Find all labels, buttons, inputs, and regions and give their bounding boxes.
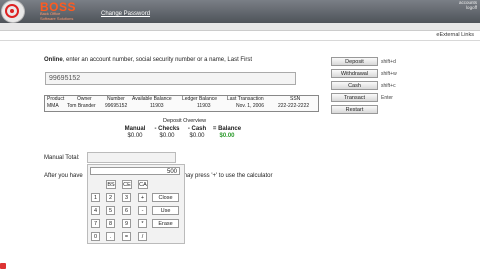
calc-key-5[interactable]: 5: [106, 206, 115, 215]
overview-checks: - Checks $0.00: [152, 126, 182, 139]
cell-available: 11903: [150, 103, 164, 109]
overview-balance: = Balance $0.00: [211, 126, 243, 139]
col-last-transaction: Last Transaction: [227, 96, 264, 102]
table-row[interactable]: MMA Tom Brander 99695152 11903 11903 Nov…: [45, 103, 318, 110]
calc-key-clear-all[interactable]: CA: [138, 180, 148, 189]
calculator-display[interactable]: 500: [90, 167, 180, 175]
overview-cash: - Cash $0.00: [184, 126, 210, 139]
transact-button[interactable]: Transact: [331, 93, 378, 102]
external-links[interactable]: eExternal Links: [436, 32, 474, 38]
cell-ledger: 11903: [197, 103, 211, 109]
status-icon: [0, 263, 6, 269]
restart-button[interactable]: Restart: [331, 105, 378, 114]
brand-subtitle: Back Office Software Solutions: [40, 11, 74, 21]
logoff-link[interactable]: logoff: [459, 5, 477, 10]
calculator-hint-right: may press '+' to use the calculator: [182, 173, 273, 179]
table-header: Product Owner Number Available Balance L…: [45, 96, 318, 103]
top-bar: BOSS Back Office Software Solutions Chan…: [0, 0, 480, 23]
calc-key-2[interactable]: 2: [106, 193, 115, 202]
col-ssn: SSN: [290, 96, 301, 102]
balance-value: $0.00: [219, 133, 235, 139]
cash-button[interactable]: Cash: [331, 81, 378, 90]
calc-key-6[interactable]: 6: [122, 206, 131, 215]
cell-product: MMA: [47, 103, 59, 109]
cell-ssn: 222-222-2222: [278, 103, 310, 109]
cell-last-transaction: Nov. 1, 2006: [236, 103, 264, 109]
calc-key-9[interactable]: 9: [122, 219, 131, 228]
calc-use-button[interactable]: Use: [152, 206, 179, 215]
col-number: Number: [107, 96, 125, 102]
deposit-shortcut: shift+d: [381, 59, 396, 65]
col-ledger: Ledger Balance: [182, 96, 218, 102]
cell-number: 99695152: [105, 103, 128, 109]
col-product: Product: [47, 96, 65, 102]
calc-key-backspace[interactable]: BS: [106, 180, 116, 189]
calc-key-1[interactable]: 1: [91, 193, 100, 202]
calculator-hint-left: After you have: [44, 173, 83, 179]
transact-shortcut: Enter: [381, 95, 393, 101]
balance-label: = Balance: [212, 126, 242, 132]
user-menu: accounts logoff: [459, 0, 477, 10]
divider: [0, 40, 480, 41]
cash-shortcut: shift+c: [381, 83, 396, 89]
manual-value: $0.00: [127, 133, 143, 139]
cell-owner: Tom Brander: [67, 103, 96, 109]
cash-value: $0.00: [189, 133, 205, 139]
deposit-overview-title: Deposit Overview: [163, 118, 207, 124]
withdrawal-button[interactable]: Withdrawal: [331, 69, 378, 78]
deposit-button[interactable]: Deposit: [331, 57, 378, 66]
calc-key-divide[interactable]: /: [138, 232, 147, 241]
calc-key-4[interactable]: 4: [91, 206, 100, 215]
sub-bar: [0, 23, 480, 31]
cash-label: - Cash: [187, 126, 207, 132]
account-table: Product Owner Number Available Balance L…: [44, 95, 319, 112]
calc-key-equals[interactable]: =: [122, 232, 131, 241]
checks-value: $0.00: [159, 133, 175, 139]
instruction-text: , enter an account number, social securi…: [62, 57, 253, 63]
calculator-popup: 500 BS CE CA 1 2 3 + Close 4 5 6 - Use 7…: [87, 164, 185, 244]
account-search-input[interactable]: 99695152: [45, 72, 296, 85]
calc-key-3[interactable]: 3: [122, 193, 131, 202]
search-instruction: Online, enter an account number, social …: [44, 57, 252, 63]
overview-manual: Manual $0.00: [122, 126, 148, 139]
calc-key-decimal[interactable]: .: [106, 232, 115, 241]
brand-sub-line-2: Software Solutions: [40, 15, 74, 21]
manual-label: Manual: [124, 126, 146, 132]
calc-erase-button[interactable]: Erase: [152, 219, 179, 228]
boss-logo-icon: [1, 0, 25, 23]
checks-label: - Checks: [154, 126, 180, 132]
instruction-bold: Online: [44, 57, 63, 63]
calc-key-multiply[interactable]: *: [138, 219, 147, 228]
withdrawal-shortcut: shift+w: [381, 71, 397, 77]
col-owner: Owner: [77, 96, 92, 102]
calc-key-7[interactable]: 7: [91, 219, 100, 228]
manual-total-label: Manual Total:: [44, 155, 80, 161]
calc-close-button[interactable]: Close: [152, 193, 179, 202]
col-available: Available Balance: [132, 96, 172, 102]
calc-key-plus[interactable]: +: [138, 193, 147, 202]
calc-key-0[interactable]: 0: [91, 232, 100, 241]
calc-key-8[interactable]: 8: [106, 219, 115, 228]
calc-key-minus[interactable]: -: [138, 206, 147, 215]
change-password-link[interactable]: Change Password: [101, 11, 150, 17]
manual-total-input[interactable]: [87, 152, 176, 163]
calc-key-clear-entry[interactable]: CE: [122, 180, 132, 189]
